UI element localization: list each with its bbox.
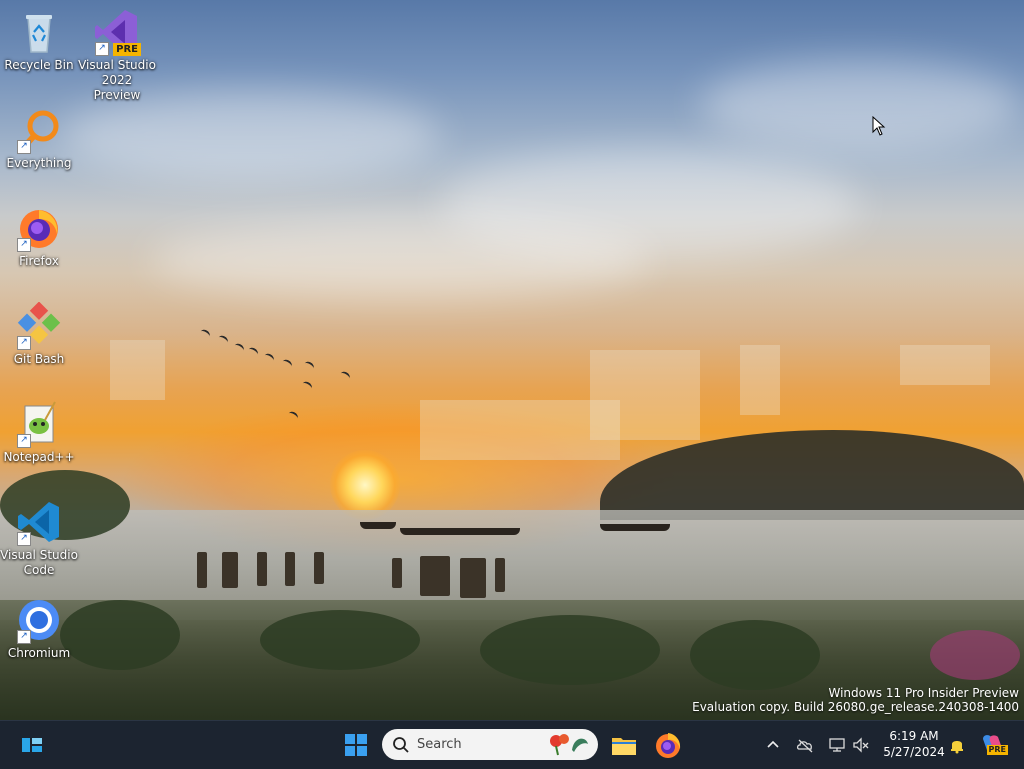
desktop-icon-firefox[interactable]: ↗ Firefox <box>0 204 78 269</box>
desktop-icon-label: Firefox <box>19 254 59 268</box>
desktop-icon-notepad-plus-plus[interactable]: ↗ Notepad++ <box>0 400 78 465</box>
taskbar: Search 6:19 AM 5/27/2024 PRE <box>0 720 1024 769</box>
start-icon <box>345 734 367 756</box>
git-bash-icon: ↗ <box>15 301 63 350</box>
desktop-icon-label: Recycle Bin <box>4 58 74 72</box>
desktop-icon-label: Notepad++ <box>3 450 75 464</box>
shortcut-arrow-icon: ↗ <box>17 336 31 350</box>
everything-search-icon: ↗ <box>15 106 63 154</box>
shortcut-arrow-icon: ↗ <box>17 434 31 448</box>
volume-muted-icon[interactable] <box>852 736 870 754</box>
copilot-preview-badge: PRE <box>986 745 1008 755</box>
copilot-button[interactable]: PRE <box>978 729 1008 761</box>
network-icon[interactable] <box>828 736 846 754</box>
desktop-icon-everything[interactable]: ↗ Everything <box>0 106 78 171</box>
taskbar-clock[interactable]: 6:19 AM 5/27/2024 <box>876 728 952 760</box>
chromium-icon: ↗ <box>15 596 63 644</box>
taskbar-search-box[interactable]: Search <box>382 729 598 760</box>
shortcut-arrow-icon: ↗ <box>17 140 31 154</box>
desktop-icon-chromium[interactable]: ↗ Chromium <box>0 596 78 661</box>
firefox-icon: ↗ <box>15 204 63 252</box>
search-placeholder: Search <box>417 737 462 752</box>
search-icon <box>393 737 409 753</box>
shortcut-arrow-icon: ↗ <box>95 42 109 56</box>
vscode-icon: ↗ <box>15 498 63 546</box>
widgets-button[interactable] <box>16 729 48 761</box>
desktop-icon-label: Chromium <box>7 646 71 660</box>
desktop-icon-label: Visual Studio 2022 Preview <box>78 58 156 102</box>
desktop-icon-recycle-bin[interactable]: Recycle Bin <box>0 8 78 73</box>
watermark-edition: Windows 11 Pro Insider Preview <box>828 686 1019 700</box>
file-explorer-button[interactable] <box>608 729 640 761</box>
notepad-plus-plus-icon: ↗ <box>15 400 63 448</box>
onedrive-icon[interactable] <box>796 736 814 754</box>
recycle-bin-icon <box>15 8 63 56</box>
desktop-icon-label: Visual Studio Code <box>0 548 78 577</box>
file-explorer-icon <box>612 738 636 755</box>
shortcut-arrow-icon: ↗ <box>17 630 31 644</box>
clock-time: 6:19 AM <box>889 729 939 743</box>
show-hidden-icons-chevron[interactable] <box>764 736 782 754</box>
desktop-icon-label: Everything <box>6 156 72 170</box>
desktop-wallpaper[interactable]: Recycle Bin ↗ Everything ↗ Firefox ↗ Git… <box>0 0 1024 720</box>
desktop-icon-visual-studio-preview[interactable]: PRE ↗ Visual Studio 2022 Preview <box>78 8 156 103</box>
firefox-icon <box>656 733 681 758</box>
widgets-icon <box>22 738 42 752</box>
desktop-icon-label: Git Bash <box>13 352 65 366</box>
preview-badge: PRE <box>113 43 141 56</box>
visual-studio-preview-icon: PRE ↗ <box>93 8 141 56</box>
start-button[interactable] <box>340 729 372 761</box>
windows-watermark: Windows 11 Pro Insider Preview Evaluatio… <box>692 686 1019 714</box>
mouse-cursor-icon <box>872 116 886 136</box>
notification-bell-icon[interactable] <box>948 736 966 754</box>
watermark-build: Evaluation copy. Build 26080.ge_release.… <box>692 700 1019 714</box>
search-highlight-flowers-icon <box>550 734 588 756</box>
desktop-icon-git-bash[interactable]: ↗ Git Bash <box>0 301 78 367</box>
clock-date: 5/27/2024 <box>883 745 945 759</box>
firefox-taskbar-button[interactable] <box>652 729 684 761</box>
desktop-icon-vscode[interactable]: ↗ Visual Studio Code <box>0 498 78 578</box>
shortcut-arrow-icon: ↗ <box>17 532 31 546</box>
shortcut-arrow-icon: ↗ <box>17 238 31 252</box>
